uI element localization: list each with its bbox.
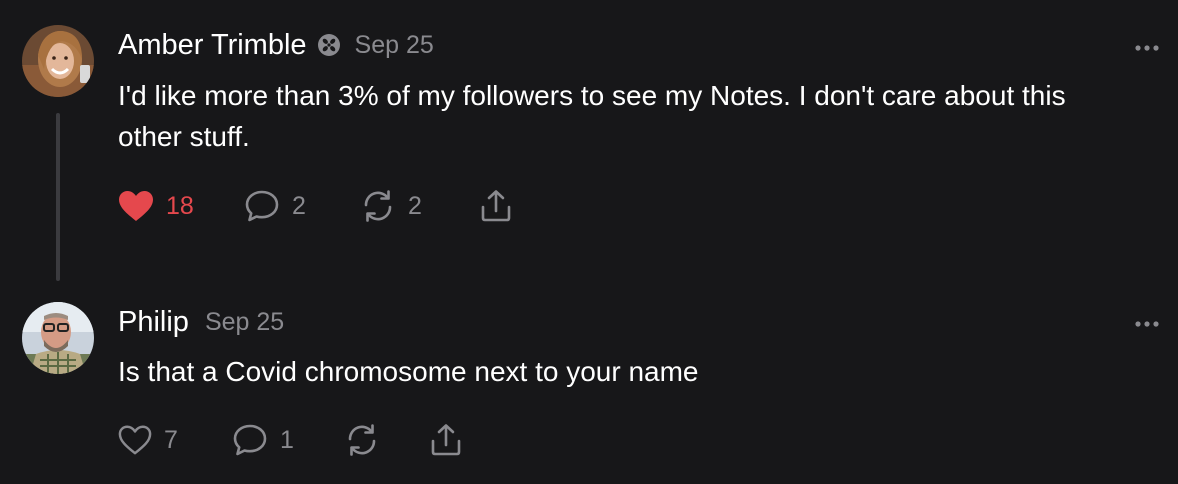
more-options-icon[interactable] xyxy=(1134,316,1160,327)
restack-button[interactable] xyxy=(344,420,380,460)
author-name[interactable]: Amber Trimble xyxy=(118,28,307,62)
note-date[interactable]: Sep 25 xyxy=(355,28,434,62)
note-item: Philip Sep 25 Is that a Covid chromosome… xyxy=(0,290,1178,484)
restack-count: 2 xyxy=(408,192,422,220)
share-icon xyxy=(428,422,464,458)
note-date[interactable]: Sep 25 xyxy=(205,305,284,339)
note-item: Amber Trimble Sep 25 I'd like more than … xyxy=(0,0,1178,290)
avatar[interactable] xyxy=(22,302,94,374)
comment-count: 2 xyxy=(292,192,306,220)
note-header: Philip Sep 25 xyxy=(118,305,284,339)
comment-button[interactable]: 2 xyxy=(244,186,306,226)
like-button[interactable]: 18 xyxy=(118,186,194,226)
author-name[interactable]: Philip xyxy=(118,305,189,339)
restack-button[interactable]: 2 xyxy=(360,186,422,226)
heart-icon xyxy=(118,424,152,456)
note-header: Amber Trimble Sep 25 xyxy=(118,28,434,62)
share-icon xyxy=(478,188,514,224)
more-options-icon[interactable] xyxy=(1134,40,1160,51)
restack-icon xyxy=(360,188,396,224)
like-count: 7 xyxy=(164,426,178,454)
comment-count: 1 xyxy=(280,426,294,454)
covid-badge-icon xyxy=(317,33,341,57)
share-button[interactable] xyxy=(428,420,464,460)
comment-bubble-icon xyxy=(232,422,268,458)
restack-icon xyxy=(344,422,380,458)
like-button[interactable]: 7 xyxy=(118,420,178,460)
comment-bubble-icon xyxy=(244,188,280,224)
heart-icon xyxy=(118,190,154,222)
share-button[interactable] xyxy=(478,186,514,226)
thread-line xyxy=(56,113,60,281)
avatar[interactable] xyxy=(22,25,94,97)
like-count: 18 xyxy=(166,192,194,220)
note-text: I'd like more than 3% of my followers to… xyxy=(118,80,1066,152)
comment-button[interactable]: 1 xyxy=(232,420,294,460)
note-text: Is that a Covid chromosome next to your … xyxy=(118,356,699,387)
